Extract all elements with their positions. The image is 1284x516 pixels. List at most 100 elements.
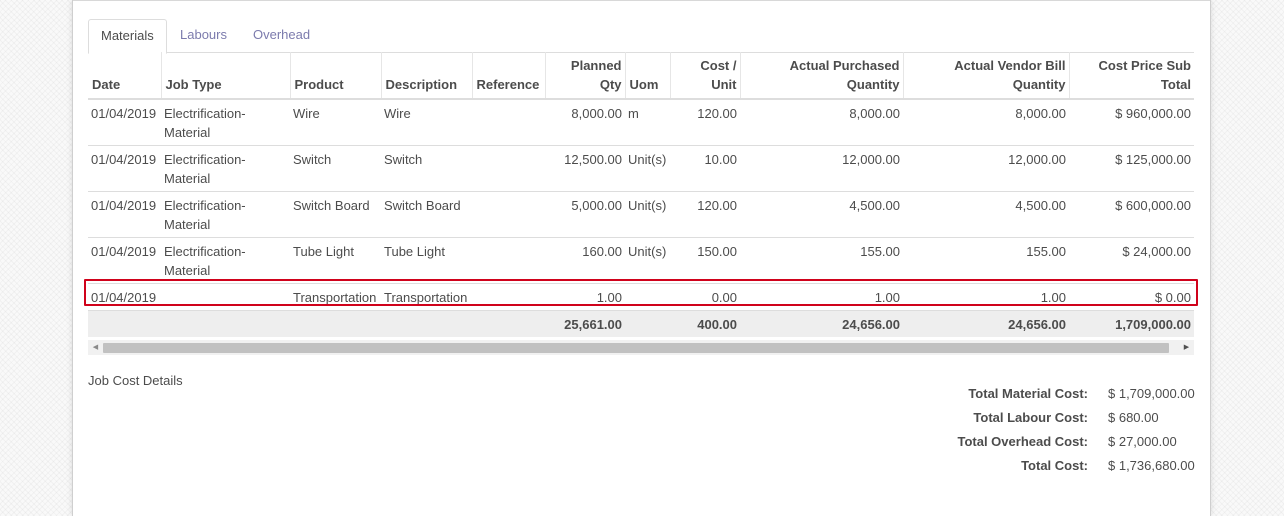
form-sheet: Materials Labours Overhead Date Job Type… [72,0,1211,516]
cell-actual-purchased: 8,000.00 [740,98,903,146]
table-header-row: Date Job Type Product Description Refere… [88,52,1194,100]
col-job-type-header[interactable]: Job Type [161,52,291,100]
col-cost-unit-header[interactable]: Cost / Unit [670,52,741,100]
cell-product: Wire [290,98,381,146]
job-cost-details-label: Job Cost Details [88,373,183,388]
cell-date: 01/04/2019 [88,283,161,311]
actual-purchased-header-line2: Quantity [846,77,900,92]
cell-planned-qty: 1.00 [545,283,625,311]
cell-date: 01/04/2019 [88,191,161,238]
table-row[interactable]: 01/04/2019 Electrification-Material Swit… [88,191,1194,238]
cost-unit-header-line2: Unit [711,77,737,92]
cell-cost-unit: 150.00 [670,237,740,284]
sheet-top-border [73,0,1210,1]
scroll-left-arrow-icon[interactable]: ◀ [88,340,103,355]
cell-product: Tube Light [290,237,381,284]
cell-date: 01/04/2019 [88,237,161,284]
cell-cost-unit: 10.00 [670,145,740,192]
cell-product: Switch Board [290,191,381,238]
subtotal-header-line2: Total [1160,77,1191,92]
cell-planned-qty: 12,500.00 [545,145,625,192]
cell-cost-unit: 0.00 [670,283,740,311]
total-actual-vendor-bill: 24,656.00 [903,310,1069,337]
cost-summary: Total Material Cost: $ 1,709,000.00 Tota… [833,386,1195,482]
table-row[interactable]: 01/04/2019 Electrification-Material Tube… [88,237,1194,284]
materials-table: Date Job Type Product Description Refere… [88,52,1194,337]
table-totals-row: 25,661.00 400.00 24,656.00 24,656.00 1,7… [88,310,1194,337]
table-row[interactable]: 01/04/2019 Electrification-Material Swit… [88,145,1194,192]
horizontal-scrollbar[interactable]: ◀ ▶ [88,340,1194,355]
cell-date: 01/04/2019 [88,98,161,146]
cell-subtotal: $ 960,000.00 [1069,98,1194,146]
cell-job-type: Electrification-Material [161,191,290,238]
cell-actual-vendor-bill: 8,000.00 [903,98,1069,146]
total-material-cost-value: $ 1,709,000.00 [1108,386,1195,401]
tab-labours[interactable]: Labours [168,19,239,51]
cell-planned-qty: 8,000.00 [545,98,625,146]
cell-actual-vendor-bill: 155.00 [903,237,1069,284]
cell-actual-vendor-bill: 12,000.00 [903,145,1069,192]
cell-actual-vendor-bill: 4,500.00 [903,191,1069,238]
subtotal-header-line1: Cost Price Sub [1098,58,1191,73]
cell-date: 01/04/2019 [88,145,161,192]
cell-actual-purchased: 155.00 [740,237,903,284]
total-overhead-cost-label: Total Overhead Cost: [957,434,1088,449]
cell-planned-qty: 160.00 [545,237,625,284]
table-row-highlighted[interactable]: 01/04/2019 Transportation Transportation… [88,283,1194,311]
total-material-cost-label: Total Material Cost: [968,386,1088,401]
cell-description: Switch Board [381,191,472,238]
col-subtotal-header[interactable]: Cost Price Sub Total [1069,52,1194,100]
cell-description: Wire [381,98,472,146]
cell-product: Transportation [290,283,381,311]
total-labour-cost-label: Total Labour Cost: [973,410,1088,425]
col-description-header[interactable]: Description [381,52,473,100]
summary-row-labour: Total Labour Cost: $ 680.00 [833,410,1195,434]
cell-job-type: Electrification-Material [161,237,290,284]
tab-materials[interactable]: Materials [88,19,167,54]
col-date-header[interactable]: Date [88,52,162,100]
cell-uom: m [625,98,670,146]
actual-vendor-bill-header-line1: Actual Vendor Bill [954,58,1066,73]
cell-subtotal: $ 600,000.00 [1069,191,1194,238]
cell-description: Transportation [381,283,472,311]
cell-description: Tube Light [381,237,472,284]
cell-reference [472,98,545,146]
summary-row-material: Total Material Cost: $ 1,709,000.00 [833,386,1195,410]
total-cost-label: Total Cost: [1021,458,1088,473]
cell-subtotal: $ 0.00 [1069,283,1194,311]
cost-unit-header-line1: Cost / [700,58,737,73]
col-actual-purchased-header[interactable]: Actual Purchased Quantity [740,52,904,100]
cell-actual-purchased: 1.00 [740,283,903,311]
summary-row-total: Total Cost: $ 1,736,680.00 [833,458,1195,482]
cell-actual-purchased: 12,000.00 [740,145,903,192]
table-row[interactable]: 01/04/2019 Electrification-Material Wire… [88,98,1194,146]
cell-cost-unit: 120.00 [670,191,740,238]
total-cost-unit: 400.00 [670,310,740,337]
cell-reference [472,191,545,238]
cell-job-type: Electrification-Material [161,145,290,192]
col-product-header[interactable]: Product [290,52,382,100]
col-uom-header[interactable]: Uom [625,52,671,100]
total-labour-cost-value: $ 680.00 [1108,410,1159,425]
total-cost-value: $ 1,736,680.00 [1108,458,1195,473]
cell-uom: Unit(s) [625,145,670,192]
cell-actual-vendor-bill: 1.00 [903,283,1069,311]
total-actual-purchased: 24,656.00 [740,310,903,337]
cell-uom: Unit(s) [625,237,670,284]
cell-uom: Unit(s) [625,191,670,238]
cell-description: Switch [381,145,472,192]
planned-qty-header-line1: Planned [570,58,622,73]
notebook-tabs: Materials Labours Overhead [88,19,1194,54]
cell-actual-purchased: 4,500.00 [740,191,903,238]
scroll-right-arrow-icon[interactable]: ▶ [1179,340,1194,355]
col-planned-qty-header[interactable]: Planned Qty [545,52,626,100]
cell-product: Switch [290,145,381,192]
cell-cost-unit: 120.00 [670,98,740,146]
scrollbar-thumb[interactable] [103,343,1169,353]
planned-qty-header-line2: Qty [599,77,622,92]
tab-overhead[interactable]: Overhead [241,19,322,51]
col-actual-vendor-bill-header[interactable]: Actual Vendor Bill Quantity [903,52,1070,100]
cell-job-type: Electrification-Material [161,98,290,146]
col-reference-header[interactable]: Reference [472,52,546,100]
total-planned-qty: 25,661.00 [545,310,625,337]
